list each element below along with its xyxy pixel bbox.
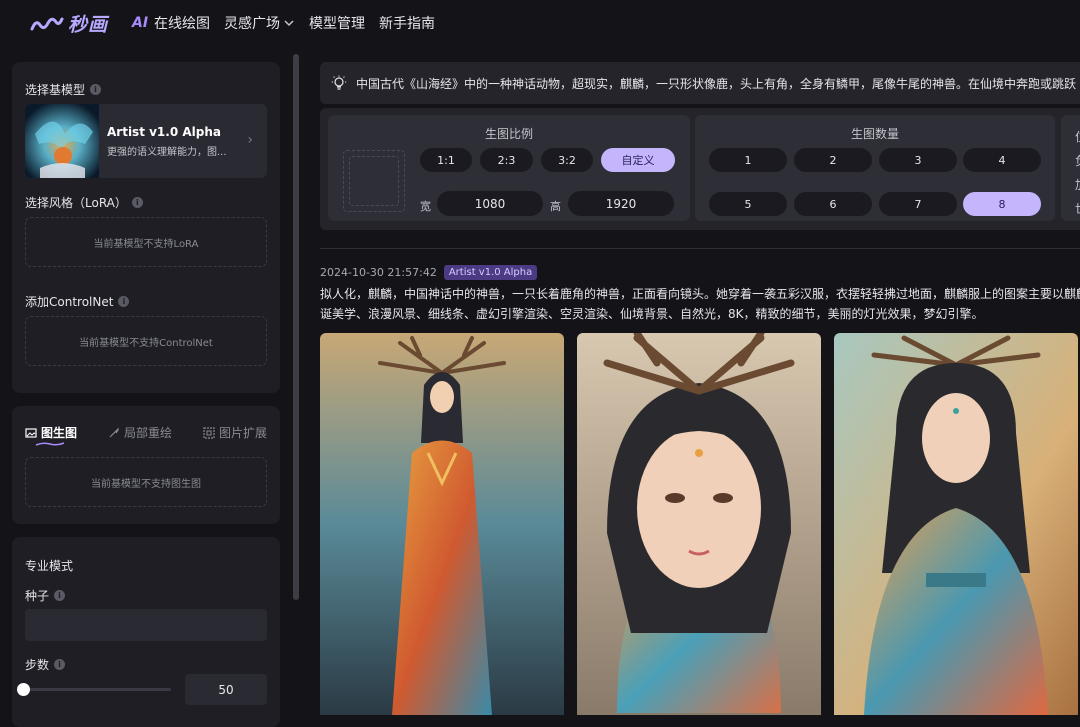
img2img-empty-box: 当前基模型不支持图生图	[25, 457, 267, 507]
result-image-2[interactable]	[577, 333, 821, 715]
ratio-card: 生图比例 1:1 2:3 3:2 自定义 宽 1080 高 1920	[328, 115, 690, 221]
nav-model-manage[interactable]: 模型管理	[309, 13, 365, 33]
result-prompt-line-2: 诞美学、浪漫风景、细线条、虚幻引擎渲染、空灵渲染、仙境背景、自然光，8K，精致的…	[320, 307, 984, 321]
steps-label-text: 步数	[25, 658, 50, 672]
steps-label: 步数 i	[25, 656, 66, 673]
controlnet-label-text: 添加ControlNet	[25, 295, 114, 309]
model-config-panel: 选择基模型 i Artist v1.0 Alpha 更强的语义理解能力，图...…	[12, 62, 280, 393]
nav-guide-label: 新手指南	[379, 16, 436, 32]
tab-img2img[interactable]: 图生图	[25, 424, 78, 446]
height-label: 高	[550, 200, 561, 213]
lora-empty-box: 当前基模型不支持LoRA	[25, 217, 267, 267]
count-card: 生图数量 1 2 3 4 5 6 7 8	[695, 115, 1055, 221]
result-meta: 2024-10-30 21:57:42 Artist v1.0 Alpha	[320, 265, 538, 280]
logo-text: 秒画	[68, 14, 109, 36]
extra-label-1: 位	[1075, 128, 1080, 145]
count-option-6[interactable]: 6	[794, 192, 872, 216]
result-image-1[interactable]	[320, 333, 564, 715]
result-timestamp: 2024-10-30 21:57:42	[320, 266, 437, 279]
count-option-5[interactable]: 5	[709, 192, 787, 216]
chevron-right-icon: ›	[247, 132, 253, 148]
count-option-2[interactable]: 2	[794, 148, 872, 172]
controlnet-label: 添加ControlNet i	[25, 293, 130, 310]
tab-outpaint-label: 图片扩展	[218, 426, 267, 440]
nav-online-draw[interactable]: AI 在线绘图	[132, 13, 210, 33]
tab-underline	[35, 442, 65, 446]
nav-online-draw-label: 在线绘图	[154, 16, 211, 32]
top-navigation-bar: 秒画 AI 在线绘图 灵感广场 模型管理 新手指南	[0, 0, 1080, 46]
app-logo[interactable]: 秒画	[30, 10, 108, 37]
img2img-tabs: 图生图 局部重绘 图片扩展	[25, 424, 267, 446]
result-prompt: 拟人化，麒麟，中国神话中的神兽，一只长着鹿角的神兽，正面看向镜头。她穿着一袭五彩…	[320, 284, 1080, 324]
nav-guide[interactable]: 新手指南	[379, 13, 435, 33]
steps-slider-track[interactable]	[24, 688, 171, 691]
extra-label-3: 加	[1075, 176, 1080, 193]
section-divider	[320, 248, 1080, 249]
result-prompt-line-1: 拟人化，麒麟，中国神话中的神兽，一只长着鹿角的神兽，正面看向镜头。她穿着一袭五彩…	[320, 287, 1080, 301]
count-option-8[interactable]: 8	[963, 192, 1041, 216]
ai-prefix: AI	[132, 15, 149, 31]
base-model-label-text: 选择基模型	[25, 83, 86, 97]
count-option-3[interactable]: 3	[879, 148, 957, 172]
model-name: Artist v1.0 Alpha	[107, 124, 221, 139]
sidebar-scrollbar[interactable]	[293, 54, 299, 600]
steps-slider-thumb[interactable]	[17, 683, 30, 696]
extra-label-2: 负	[1075, 152, 1080, 169]
ratio-option-3-2[interactable]: 3:2	[541, 148, 593, 172]
info-icon[interactable]: i	[54, 590, 66, 601]
seed-input[interactable]	[25, 609, 267, 641]
info-icon[interactable]: i	[54, 659, 66, 670]
tab-img2img-label: 图生图	[41, 426, 78, 440]
logo-wave-icon	[30, 17, 64, 30]
chevron-down-icon	[284, 20, 294, 27]
base-model-selector[interactable]: Artist v1.0 Alpha 更强的语义理解能力，图... ›	[25, 104, 267, 178]
ratio-option-2-3[interactable]: 2:3	[480, 148, 533, 172]
model-description: 更强的语义理解能力，图...	[107, 146, 227, 158]
ratio-option-custom[interactable]: 自定义	[601, 148, 675, 172]
ratio-title: 生图比例	[485, 127, 534, 141]
nav-inspiration[interactable]: 灵感广场	[224, 13, 295, 33]
image-icon	[25, 427, 37, 438]
result-image-3[interactable]	[834, 333, 1078, 715]
ratio-preview	[343, 150, 405, 212]
height-input[interactable]: 1920	[568, 191, 674, 216]
generation-settings: 生图比例 1:1 2:3 3:2 自定义 宽 1080 高 1920 生图数量 …	[320, 108, 1080, 230]
main-nav: AI 在线绘图 灵感广场 模型管理 新手指南	[132, 0, 449, 46]
seed-label-text: 种子	[25, 589, 50, 603]
tab-inpaint[interactable]: 局部重绘	[108, 424, 172, 441]
extra-card: 位 负 加 世	[1061, 115, 1080, 221]
steps-input[interactable]: 50	[185, 674, 267, 705]
info-icon[interactable]: i	[118, 296, 130, 307]
width-label: 宽	[420, 200, 431, 213]
info-icon[interactable]: i	[131, 197, 143, 208]
count-option-4[interactable]: 4	[963, 148, 1041, 172]
seed-label: 种子 i	[25, 587, 66, 604]
count-title: 生图数量	[851, 127, 900, 141]
prompt-bar[interactable]: 中国古代《山海经》中的一种神话动物，超现实，麒麟，一只形状像鹿，头上有角，全身有…	[320, 62, 1080, 104]
img2img-panel: 图生图 局部重绘 图片扩展 当前基模型不支持图生图	[12, 406, 280, 524]
extra-label-4: 世	[1075, 200, 1080, 217]
lightbulb-icon	[331, 75, 347, 90]
lora-label-text: 选择风格（LoRA）	[25, 196, 127, 210]
result-model-badge: Artist v1.0 Alpha	[443, 265, 538, 280]
nav-inspiration-label: 灵感广场	[224, 16, 281, 32]
width-input[interactable]: 1080	[437, 191, 543, 216]
pro-mode-panel: 专业模式 种子 i 步数 i 50	[12, 537, 280, 727]
count-option-1[interactable]: 1	[709, 148, 787, 172]
count-option-7[interactable]: 7	[879, 192, 957, 216]
model-thumbnail	[25, 104, 99, 178]
info-icon[interactable]: i	[90, 84, 102, 95]
controlnet-empty-box: 当前基模型不支持ControlNet	[25, 316, 267, 366]
tab-outpaint[interactable]: 图片扩展	[203, 424, 267, 441]
brush-icon	[109, 427, 119, 437]
lora-label: 选择风格（LoRA） i	[25, 194, 143, 211]
tab-inpaint-label: 局部重绘	[123, 426, 172, 440]
nav-model-manage-label: 模型管理	[309, 16, 366, 32]
base-model-label: 选择基模型 i	[25, 81, 102, 98]
expand-icon	[203, 426, 215, 439]
prompt-text: 中国古代《山海经》中的一种神话动物，超现实，麒麟，一只形状像鹿，头上有角，全身有…	[356, 76, 1076, 91]
pro-mode-title: 专业模式	[25, 559, 74, 573]
ratio-option-1-1[interactable]: 1:1	[420, 148, 472, 172]
